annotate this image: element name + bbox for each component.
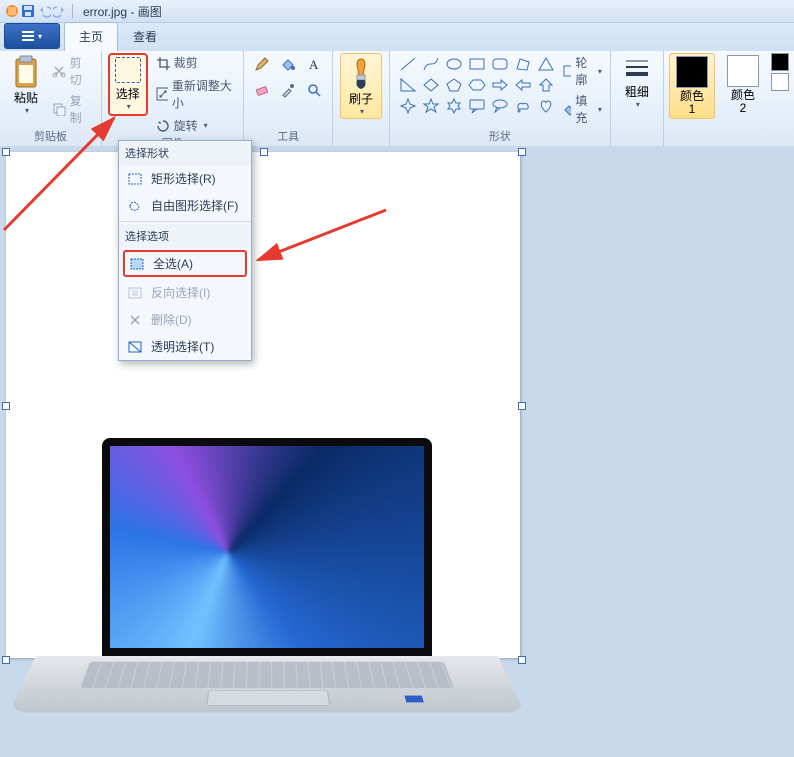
palette-white[interactable] — [771, 73, 789, 91]
color2-swatch — [727, 55, 759, 87]
shape-triangle[interactable] — [534, 53, 558, 75]
select-rect-icon — [115, 57, 141, 83]
magnifier-tool[interactable] — [302, 79, 326, 101]
crop-button[interactable]: 裁剪 — [154, 53, 238, 72]
rotate-button[interactable]: 旋转▾ — [154, 116, 238, 135]
stroke-label: 粗细 — [625, 83, 649, 100]
qat-save-icon[interactable] — [20, 3, 36, 19]
shape-arrow-right[interactable] — [488, 74, 512, 96]
shape-callout-oval[interactable] — [488, 95, 512, 117]
dd-section-shapes: 选择形状 — [119, 141, 251, 165]
shape-callout-cloud[interactable] — [511, 95, 535, 117]
dd-section-options: 选择选项 — [119, 224, 251, 248]
canvas-handle-sw[interactable] — [2, 656, 10, 664]
dd-item-transparent[interactable]: 透明选择(T) — [119, 333, 251, 360]
tab-home[interactable]: 主页 — [64, 22, 118, 51]
qat-redo-icon[interactable] — [52, 3, 68, 19]
picker-tool[interactable] — [276, 79, 300, 101]
group-brush: 刷子▾ — [333, 51, 390, 147]
shape-callout-rect[interactable] — [465, 95, 489, 117]
stroke-icon — [623, 55, 651, 83]
dd-item-rect-select[interactable]: 矩形选择(R) — [119, 165, 251, 192]
shape-arrow-left[interactable] — [511, 74, 535, 96]
dd-item-select-all[interactable]: 全选(A) — [123, 250, 247, 277]
shape-hexagon[interactable] — [465, 74, 489, 96]
canvas-handle-n[interactable] — [260, 148, 268, 156]
group-stroke: 粗细▾ — [611, 51, 664, 147]
dd-item-delete[interactable]: 删除(D) — [119, 306, 251, 333]
shape-star5[interactable] — [419, 95, 443, 117]
tab-view[interactable]: 查看 — [118, 22, 172, 51]
shape-oval[interactable] — [442, 53, 466, 75]
shape-outline-button[interactable]: 轮廓▾ — [560, 53, 604, 89]
file-menu-button[interactable]: ▾ — [4, 23, 60, 49]
canvas-handle-se[interactable] — [518, 656, 526, 664]
app-icon — [4, 3, 20, 19]
rotate-icon — [156, 119, 170, 133]
select-all-icon — [129, 256, 145, 272]
group-tools-label: 工具 — [277, 128, 299, 146]
dd-item-invert[interactable]: 反向选择(I) — [119, 279, 251, 306]
canvas-handle-e[interactable] — [518, 402, 526, 410]
svg-text:A: A — [309, 57, 319, 72]
color2-label: 颜色 2 — [727, 89, 759, 115]
annotation-arrow-1 — [0, 100, 130, 260]
ribbon-tab-strip: ▾ 主页 查看 — [0, 23, 794, 51]
group-shapes: 轮廓▾ 填充▾ 形状 — [390, 51, 611, 147]
text-tool[interactable]: A — [302, 53, 326, 75]
shape-arrow-up[interactable] — [534, 74, 558, 96]
eraser-tool[interactable] — [250, 79, 274, 101]
pencil-tool[interactable] — [250, 53, 274, 75]
clipboard-icon — [12, 55, 40, 89]
title-bar: error.jpg - 画图 — [0, 0, 794, 23]
annotation-arrow-2 — [246, 200, 396, 290]
transparent-select-icon — [127, 339, 143, 355]
dd-item-free-select[interactable]: 自由图形选择(F) — [119, 192, 251, 219]
shape-star6[interactable] — [442, 95, 466, 117]
color1-swatch — [676, 56, 708, 88]
qat-undo-icon[interactable] — [36, 3, 52, 19]
fill-icon — [562, 102, 572, 116]
color2-button[interactable]: 颜色 2 — [721, 53, 765, 117]
canvas-content-image — [36, 438, 498, 757]
delete-icon — [127, 312, 143, 328]
brush-label: 刷子 — [349, 90, 373, 107]
group-shapes-label: 形状 — [489, 128, 511, 146]
shape-line[interactable] — [396, 53, 420, 75]
shape-star4[interactable] — [396, 95, 420, 117]
fill-tool[interactable] — [276, 53, 300, 75]
window-title: error.jpg - 画图 — [83, 3, 162, 20]
shape-pentagon[interactable] — [442, 74, 466, 96]
crop-icon — [156, 56, 170, 70]
resize-icon — [156, 87, 168, 101]
select-dropdown: 选择形状 矩形选择(R) 自由图形选择(F) 选择选项 全选(A) 反向选择(I… — [118, 140, 252, 361]
cut-button[interactable]: 剪切 — [50, 53, 95, 89]
color1-label: 颜色 1 — [676, 90, 708, 116]
brush-icon — [347, 56, 375, 90]
palette-black[interactable] — [771, 53, 789, 71]
scissors-icon — [52, 64, 66, 78]
shape-fill-button[interactable]: 填充▾ — [560, 91, 604, 127]
resize-button[interactable]: 重新调整大小 — [154, 76, 238, 112]
shapes-gallery[interactable] — [396, 53, 556, 115]
outline-icon — [562, 64, 572, 78]
shape-roundrect[interactable] — [488, 53, 512, 75]
shape-polygon[interactable] — [511, 53, 535, 75]
canvas-handle-w[interactable] — [2, 402, 10, 410]
group-tools: A 工具 — [244, 51, 333, 147]
shape-heart[interactable] — [534, 95, 558, 117]
stroke-width-button[interactable]: 粗细▾ — [617, 53, 657, 111]
group-colors: 颜色 1 颜色 2 — [664, 51, 794, 147]
color1-button[interactable]: 颜色 1 — [669, 53, 715, 119]
canvas-handle-ne[interactable] — [518, 148, 526, 156]
shape-curve[interactable] — [419, 53, 443, 75]
shape-diamond[interactable] — [419, 74, 443, 96]
brush-button[interactable]: 刷子▾ — [340, 53, 382, 119]
shape-right-tri[interactable] — [396, 74, 420, 96]
invert-select-icon — [127, 285, 143, 301]
shape-rect[interactable] — [465, 53, 489, 75]
